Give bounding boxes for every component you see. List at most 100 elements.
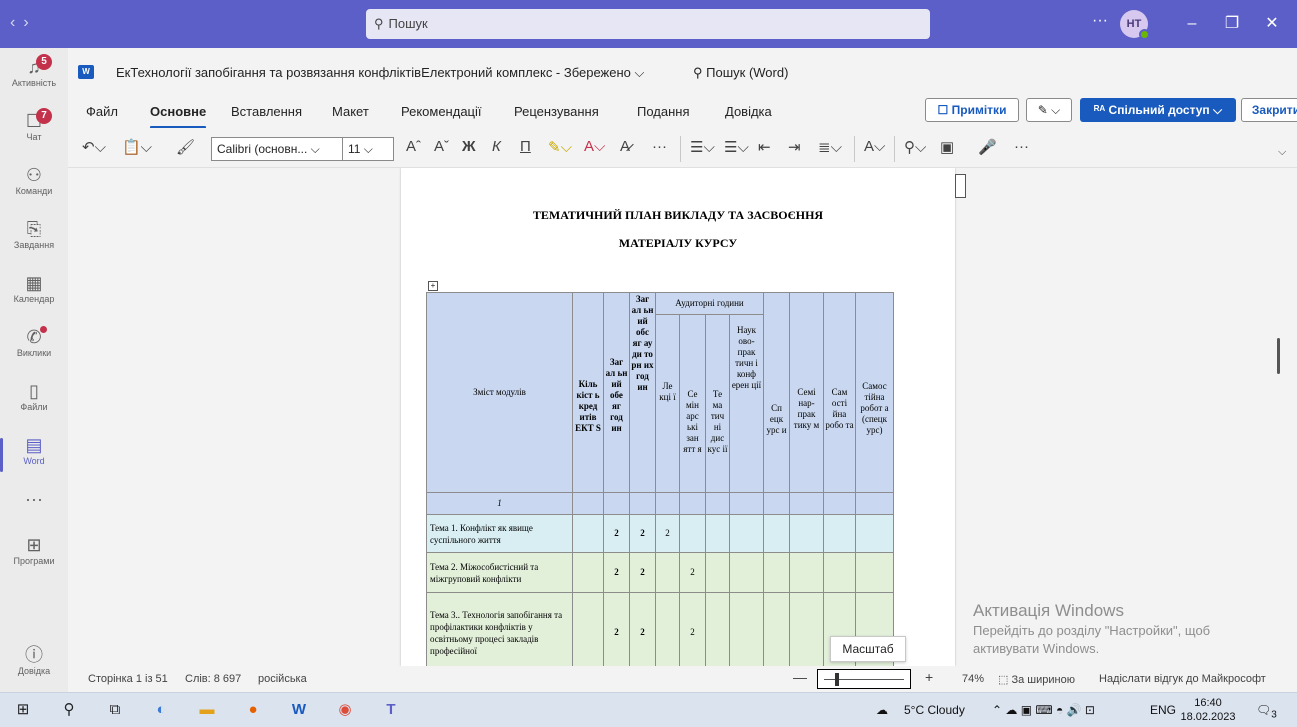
more-font-icon[interactable]: ··· — [652, 138, 667, 155]
numbering-icon[interactable]: ☰⌵ — [724, 138, 749, 156]
lectures-cell — [655, 552, 680, 593]
tab-home[interactable]: Основне — [150, 104, 207, 129]
zoom-in-button[interactable]: + — [925, 669, 933, 685]
teams-taskbar-icon[interactable]: T — [380, 699, 402, 721]
module-number: 1 — [426, 492, 573, 515]
cell — [705, 514, 730, 553]
rail-item-teams[interactable]: ⚇ Команди — [0, 164, 68, 196]
editor-icon[interactable]: ▣ — [940, 138, 954, 156]
word-taskbar-icon[interactable]: W — [288, 699, 310, 721]
zoom-thumb[interactable] — [835, 673, 839, 686]
undo-icon[interactable]: ↶⌵ — [82, 138, 106, 156]
increase-indent-icon[interactable]: ⇥ — [788, 138, 801, 156]
header-thematic: Те ма тич ні дис кус ії — [705, 314, 730, 493]
rail-item-chat[interactable]: ☐ 7 Чат — [0, 108, 68, 142]
bullets-icon[interactable]: ☰⌵ — [690, 138, 715, 156]
nav-arrows[interactable]: ‹› — [10, 14, 37, 32]
feedback-link[interactable]: Надіслати відгук до Майкрософт — [1099, 673, 1266, 685]
aud-cell: 2 — [629, 552, 656, 593]
back-icon[interactable]: ‹ — [10, 14, 23, 31]
tab-view[interactable]: Подання — [637, 104, 690, 119]
firefox-icon[interactable]: ● — [242, 699, 264, 721]
teams-search-input[interactable]: ⚲ Пошук — [366, 9, 930, 39]
find-icon[interactable]: ⚲⌵ — [904, 138, 926, 156]
tab-review[interactable]: Рецензування — [514, 104, 599, 119]
document-page[interactable]: ТЕМАТИЧНИЙ ПЛАН ВИКЛАДУ ТА ЗАСВОЄННЯ МАТ… — [401, 168, 955, 666]
clear-format-icon[interactable]: A̷ — [620, 138, 630, 155]
decrease-indent-icon[interactable]: ⇤ — [758, 138, 771, 156]
document-title[interactable]: ЕкТехнології запобігання та розвязання к… — [116, 65, 644, 81]
highlight-icon[interactable]: ✎⌵ — [548, 138, 572, 156]
cell — [763, 492, 790, 515]
chrome-icon[interactable]: ◉ — [334, 699, 356, 721]
comment-margin-marker[interactable] — [955, 174, 966, 198]
paste-icon[interactable]: 📋⌵ — [122, 138, 152, 156]
clock[interactable]: 16:40 18.02.2023 — [1180, 696, 1236, 724]
fit-width-label: За шириною — [1011, 674, 1075, 686]
edge-icon[interactable]: ◐ — [150, 699, 172, 721]
rail-item-activity[interactable]: ♫ 5 Активність — [0, 54, 68, 88]
table-row: Тема 1. Конфлікт як явище суспільного жи… — [426, 514, 894, 553]
minimize-button[interactable]: – — [1178, 10, 1206, 38]
table-move-handle-icon[interactable]: + — [428, 281, 438, 291]
ribbon-expand-icon[interactable]: ⌵ — [1278, 146, 1286, 159]
dictate-icon[interactable]: 🎤 — [978, 138, 997, 156]
grow-font-icon[interactable]: Aˆ — [406, 138, 421, 155]
rail-item-more-apps[interactable]: ··· — [0, 488, 68, 510]
input-language[interactable]: ENG — [1150, 703, 1176, 717]
search-icon[interactable]: ⚲ — [58, 699, 80, 721]
chat-icon: ☐ — [25, 111, 43, 131]
rail-item-word[interactable]: ▤ Word — [0, 434, 68, 472]
start-icon[interactable]: ⊞ — [12, 699, 34, 721]
format-painter-icon[interactable]: 🖌 — [176, 138, 195, 156]
rail-label: Word — [23, 456, 45, 466]
tab-references[interactable]: Рекомендації — [401, 104, 482, 119]
font-name-select[interactable]: Calibri (основн... ⌵ — [211, 137, 345, 161]
maximize-button[interactable]: ❐ — [1218, 10, 1246, 38]
task-view-icon[interactable]: ⧉ — [104, 699, 126, 721]
share-button[interactable]: ᴿᴬ Спільний доступ ⌵ — [1080, 98, 1236, 122]
close-document-button[interactable]: Закрити — [1241, 98, 1297, 122]
fit-width-button[interactable]: ⬚ За шириною — [998, 673, 1075, 686]
rail-item-calls[interactable]: ✆ Виклики — [0, 326, 68, 358]
font-size-select[interactable]: 11 ⌵ — [342, 137, 394, 161]
bold-button[interactable]: Ж — [462, 138, 476, 155]
rail-item-apps[interactable]: ⊞ Програми — [0, 534, 68, 566]
close-window-button[interactable]: ✕ — [1258, 10, 1286, 38]
weather-icon: ☁ — [876, 703, 888, 717]
thematic-plan-table[interactable]: Зміст модулів Кіль кіст ь кред итів ЕКТ … — [426, 292, 894, 666]
underline-button[interactable]: П — [520, 138, 531, 155]
tab-layout[interactable]: Макет — [332, 104, 369, 119]
tab-file[interactable]: Файл — [86, 104, 118, 119]
italic-button[interactable]: К — [492, 138, 501, 155]
tray-icons[interactable]: ⌃ ☁ ▣ ⌨ ◓ 🔊 ⊡ — [992, 703, 1095, 717]
font-color-icon[interactable]: A⌵ — [584, 138, 605, 155]
tab-help[interactable]: Довідка — [725, 104, 772, 119]
vertical-scrollbar[interactable] — [1277, 338, 1280, 374]
avatar[interactable]: HT — [1120, 10, 1150, 40]
styles-icon[interactable]: A⌵ — [864, 138, 885, 155]
rail-item-help[interactable]: ⓘ Довідка — [0, 644, 68, 676]
align-icon[interactable]: ≣⌵ — [818, 138, 842, 156]
rail-item-tasks[interactable]: ⎘ Завдання — [0, 218, 68, 250]
more-options-button[interactable]: ··· — [1092, 12, 1108, 30]
ribbon-more-icon[interactable]: ··· — [1014, 138, 1029, 155]
bell-icon: ♫ — [27, 57, 41, 77]
word-search[interactable]: ⚲ Пошук (Word) — [693, 65, 788, 81]
topic-cell: Тема 2. Міжособистісний та міжгруповий к… — [426, 552, 573, 593]
forward-icon[interactable]: › — [23, 14, 36, 31]
rail-item-calendar[interactable]: ▦ Календар — [0, 272, 68, 304]
more-apps-icon: ··· — [25, 489, 43, 509]
tab-insert[interactable]: Вставлення — [231, 104, 302, 119]
zoom-out-button[interactable]: — — [793, 669, 807, 685]
rail-item-files[interactable]: ▯ Файли — [0, 380, 68, 412]
shrink-font-icon[interactable]: Aˇ — [434, 138, 449, 155]
editing-mode-button[interactable]: ✎ ⌵ — [1026, 98, 1072, 122]
weather-text[interactable]: 5°C Cloudy — [904, 703, 965, 717]
language[interactable]: російська — [258, 673, 307, 685]
notifications-icon[interactable]: 🗨3 — [1256, 703, 1277, 720]
file-explorer-icon[interactable]: ▬ — [196, 699, 218, 721]
zoom-level[interactable]: 74% — [962, 673, 984, 685]
zoom-slider[interactable] — [817, 669, 911, 689]
comments-button[interactable]: ☐ Примітки — [925, 98, 1019, 122]
